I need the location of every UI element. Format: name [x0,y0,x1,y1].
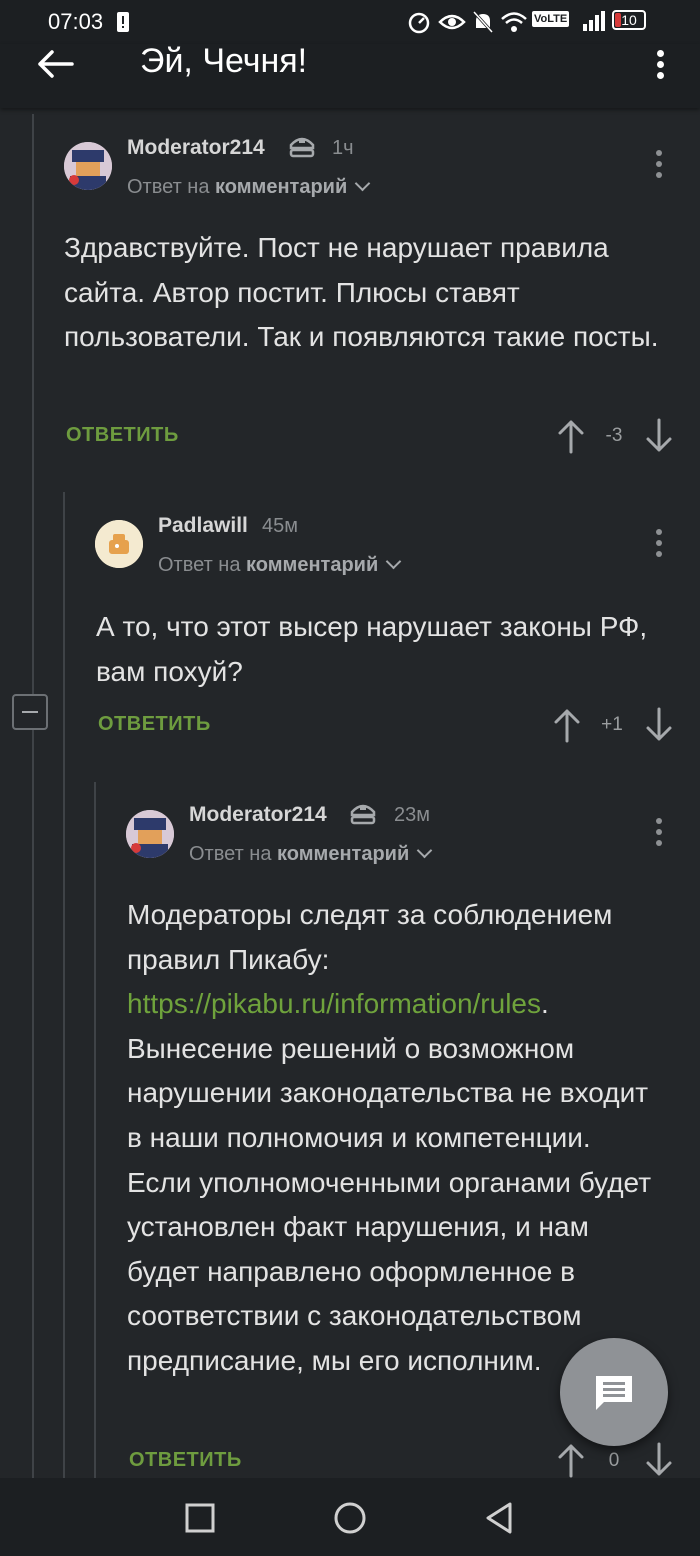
home-icon[interactable] [332,1500,368,1536]
reply-to-target[interactable]: комментарий [277,843,409,865]
comment-text: Модераторы следят за соблюдением правил … [127,893,662,1384]
wifi-icon [501,12,527,32]
chevron-down-icon[interactable] [416,842,433,859]
vote-score: -3 [605,425,623,446]
mute-bell-icon [472,10,494,34]
chevron-down-icon[interactable] [354,175,371,192]
reply-to-prefix: Ответ на [127,176,210,198]
rules-link[interactable]: https://pikabu.ru/information/rules [127,988,541,1019]
thread-line [63,492,65,1478]
thread-line [94,782,96,1478]
moderator-cap-icon [350,804,376,825]
status-bar: 07:03 VoLTE 10 [0,0,700,44]
comment-menu-icon[interactable] [649,529,669,559]
arrow-left-icon[interactable] [36,44,76,84]
arrow-down-icon[interactable] [644,418,674,454]
avatar[interactable] [64,142,112,190]
page-title: Эй, Чечня! [140,42,308,80]
thread-line [32,114,34,1478]
reply-button[interactable]: ОТВЕТИТЬ [98,713,211,736]
reply-to-target[interactable]: комментарий [215,176,347,198]
reply-to-prefix: Ответ на [158,554,241,576]
volte-badge: VoLTE [532,11,570,27]
reply-button[interactable]: ОТВЕТИТЬ [129,1449,242,1472]
speed-icon [408,12,430,34]
comment-text: Здравствуйте. Пост не нарушает правила с… [64,232,659,353]
comment-icon [596,1376,632,1410]
reply-to[interactable]: Ответ на комментарий [158,553,402,577]
status-time: 07:03 [48,9,104,34]
comment-time: 45м [262,515,298,537]
battery-icon: 10 [612,10,646,30]
comment-author[interactable]: Moderator214 [189,803,327,827]
comment-time: 23м [394,804,430,826]
moderator-cap-icon [289,137,315,158]
comment-author[interactable]: Padlawill [158,514,248,538]
comment-text-part: . Вынесение решений о возможном нарушени… [127,988,652,1376]
app-bar: Эй, Чечня! [0,42,700,108]
vote-score: +1 [601,714,623,735]
comment-text: А то, что этот высер нарушает законы РФ,… [96,611,648,687]
reply-to[interactable]: Ответ на комментарий [127,175,371,199]
chevron-down-icon[interactable] [385,553,402,570]
recents-icon[interactable] [182,1500,218,1536]
reply-to-target[interactable]: комментарий [246,554,378,576]
comment-time: 1ч [332,137,354,159]
write-comment-button[interactable] [560,1338,668,1446]
arrow-down-icon[interactable] [644,1442,674,1478]
alert-icon [117,12,129,32]
collapse-thread-button[interactable] [12,694,48,730]
comment-author[interactable]: Moderator214 [127,136,265,160]
arrow-up-icon[interactable] [556,1442,586,1478]
avatar[interactable] [95,520,143,568]
arrow-down-icon[interactable] [644,707,674,743]
vote-score: 0 [608,1450,620,1471]
reply-to[interactable]: Ответ на комментарий [189,842,433,866]
signal-icon [583,11,605,31]
eye-icon [438,14,466,30]
more-vertical-icon[interactable] [648,50,672,80]
system-nav-bar [0,1478,700,1556]
arrow-up-icon[interactable] [556,418,586,454]
battery-level: 10 [621,12,637,28]
reply-to-prefix: Ответ на [189,843,272,865]
back-nav-icon[interactable] [482,1500,518,1536]
minus-icon [22,711,38,713]
comment-menu-icon[interactable] [649,818,669,848]
reply-button[interactable]: ОТВЕТИТЬ [66,424,179,447]
arrow-up-icon[interactable] [552,707,582,743]
avatar[interactable] [126,810,174,858]
comment-text-part: Модераторы следят за соблюдением правил … [127,899,613,975]
comment-menu-icon[interactable] [649,150,669,180]
